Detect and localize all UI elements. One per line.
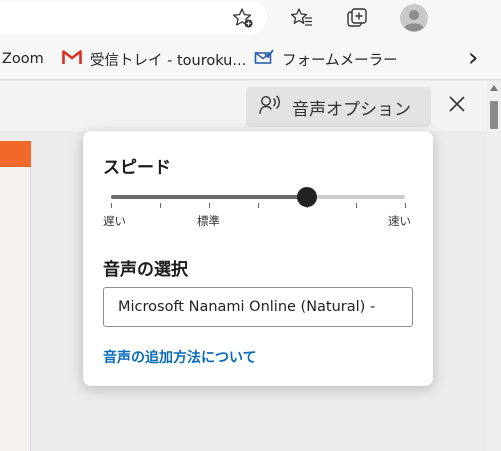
document-page: [0, 141, 31, 451]
more-icon[interactable]: [457, 4, 485, 32]
voice-options-panel: スピード 遅い 標準 速い 音声の選択 Microsoft Nanami Onl…: [83, 131, 433, 386]
slider-tick: [111, 203, 112, 208]
add-voices-link[interactable]: 音声の追加方法について: [103, 347, 257, 367]
bookmarks-bar: Zoom 受信トレイ - touroku... フォームメーラー ›: [0, 38, 501, 80]
bookmark-zoom[interactable]: Zoom: [2, 48, 44, 70]
voice-options-icon: [258, 93, 282, 122]
speed-slider[interactable]: [111, 187, 406, 208]
bookmark-label: Zoom: [2, 51, 44, 67]
page-scrollbar[interactable]: [487, 81, 501, 451]
voice-selection-heading: 音声の選択: [103, 260, 188, 280]
voice-select-dropdown[interactable]: Microsoft Nanami Online (Natural) -: [103, 287, 413, 327]
slider-tick: [209, 203, 210, 208]
close-reader-button[interactable]: [444, 93, 470, 119]
bookmark-label: フォームメーラー: [282, 52, 398, 69]
slider-tick: [160, 203, 161, 208]
bookmarks-overflow-chevron-icon[interactable]: ›: [468, 43, 478, 73]
slider-tick: [405, 203, 406, 208]
slider-tick: [356, 203, 357, 208]
scrollbar-thumb[interactable]: [490, 101, 498, 129]
add-to-favorites-icon[interactable]: [229, 4, 257, 32]
profile-avatar[interactable]: [400, 4, 428, 32]
reader-toolbar: 音声オプション: [0, 81, 487, 131]
browser-toolbar: [0, 0, 501, 38]
document-header-band: [0, 141, 31, 167]
voice-options-label: 音声オプション: [292, 99, 411, 120]
speed-mid-label: 標準: [197, 214, 220, 228]
gmail-icon: [62, 49, 82, 69]
favorites-icon[interactable]: [288, 4, 316, 32]
speed-heading: スピード: [103, 158, 171, 178]
bookmark-label: 受信トレイ - touroku...: [90, 52, 247, 69]
voice-options-button[interactable]: 音声オプション: [246, 87, 431, 127]
slider-tick: [258, 203, 259, 208]
slider-thumb[interactable]: [297, 187, 318, 207]
collections-icon[interactable]: [343, 4, 371, 32]
checkmail-icon: [254, 49, 274, 69]
close-icon: [448, 95, 466, 117]
bookmark-form-mailer[interactable]: フォームメーラー: [254, 48, 398, 70]
address-bar[interactable]: [0, 1, 267, 34]
selected-voice-value: Microsoft Nanami Online (Natural) -: [118, 299, 376, 315]
speed-min-label: 遅い: [103, 214, 126, 228]
scroll-up-arrow-icon[interactable]: [490, 85, 498, 91]
speed-max-label: 速い: [388, 214, 411, 228]
bookmark-gmail-inbox[interactable]: 受信トレイ - touroku...: [62, 48, 246, 70]
slider-fill: [111, 195, 308, 199]
